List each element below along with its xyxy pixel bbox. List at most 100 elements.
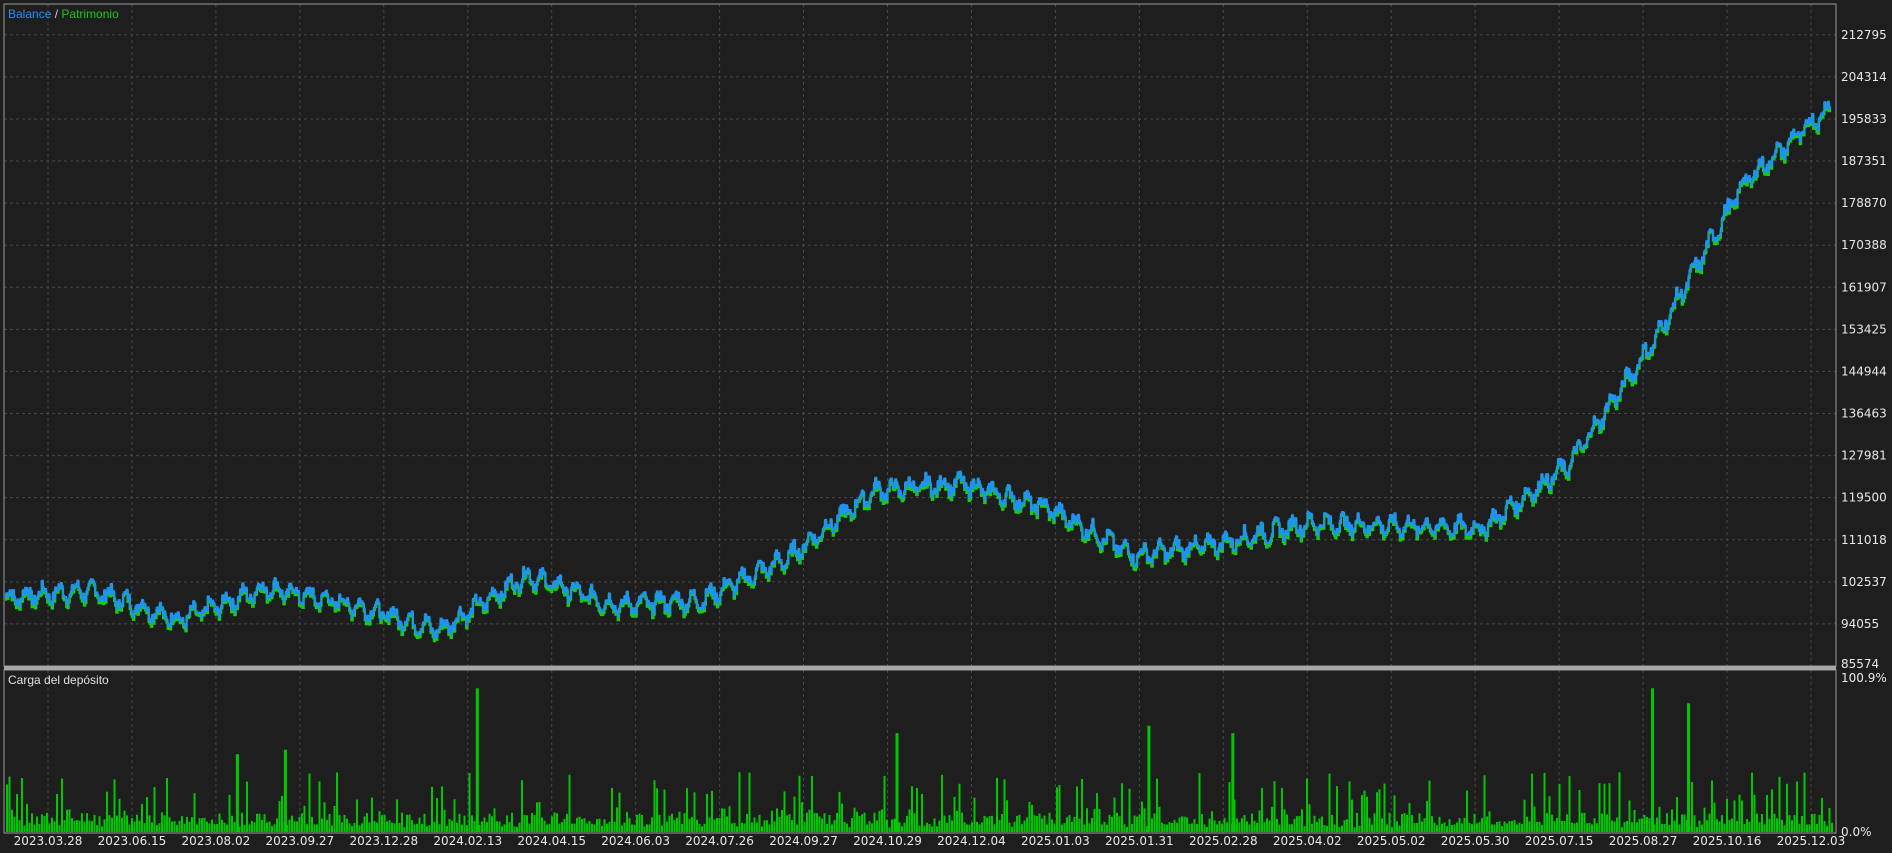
load-bar bbox=[1733, 800, 1736, 832]
load-bar bbox=[1743, 824, 1746, 832]
load-bar bbox=[108, 815, 111, 832]
load-bar bbox=[158, 823, 161, 832]
load-bar bbox=[656, 788, 658, 832]
load-bar bbox=[388, 820, 391, 832]
load-bar bbox=[253, 822, 256, 832]
load-bar bbox=[151, 822, 153, 832]
load-bar bbox=[1823, 821, 1826, 832]
load-bar bbox=[816, 813, 818, 832]
load-bar bbox=[341, 822, 343, 832]
load-bar bbox=[1826, 825, 1828, 832]
load-bar bbox=[1341, 825, 1343, 832]
load-bar bbox=[981, 822, 983, 832]
load-bar bbox=[598, 818, 601, 832]
load-bar bbox=[653, 780, 656, 832]
load-bar bbox=[1366, 796, 1368, 832]
load-bar bbox=[1588, 822, 1591, 832]
load-bar bbox=[1698, 820, 1701, 832]
load-bar bbox=[643, 826, 646, 832]
load-bar bbox=[1328, 773, 1331, 832]
load-bar bbox=[393, 823, 396, 832]
load-bar bbox=[316, 824, 318, 832]
load-bar bbox=[716, 817, 718, 832]
load-bar-spike bbox=[1147, 725, 1151, 832]
load-bar bbox=[803, 822, 806, 832]
load-bar bbox=[1081, 779, 1083, 832]
load-bar bbox=[1326, 825, 1328, 832]
load-bar bbox=[1023, 820, 1026, 832]
load-bar bbox=[1648, 818, 1651, 832]
x-tick-label: 2024.02.13 bbox=[433, 834, 502, 848]
load-bar bbox=[1256, 822, 1258, 832]
load-bar bbox=[26, 803, 28, 832]
legend-equity: Patrimonio bbox=[61, 7, 119, 21]
load-bar bbox=[496, 821, 498, 832]
load-bar bbox=[76, 820, 78, 832]
load-bar bbox=[753, 817, 756, 832]
load-bar bbox=[696, 819, 698, 832]
load-bar bbox=[596, 819, 598, 832]
load-bar bbox=[1526, 816, 1528, 832]
load-bar bbox=[1173, 819, 1176, 832]
load-bar bbox=[886, 819, 888, 832]
load-bar bbox=[1316, 821, 1318, 832]
load-bar bbox=[1311, 823, 1313, 832]
load-bar bbox=[1306, 778, 1308, 832]
load-bar bbox=[1773, 813, 1776, 832]
load-bar bbox=[233, 821, 236, 832]
load-bar bbox=[851, 818, 853, 832]
load-bar bbox=[618, 792, 621, 832]
load-bar bbox=[1383, 783, 1386, 832]
load-bar bbox=[1043, 815, 1046, 832]
load-bar bbox=[963, 822, 966, 832]
load-bar bbox=[1656, 817, 1658, 832]
load-bar bbox=[1166, 824, 1168, 832]
y-tick-label: 144944 bbox=[1841, 364, 1887, 378]
load-bar bbox=[1451, 825, 1453, 832]
load-bar-spike bbox=[1687, 703, 1690, 832]
load-bar bbox=[823, 813, 826, 832]
load-bar bbox=[1098, 809, 1101, 832]
load-bar bbox=[1133, 815, 1136, 832]
load-bar bbox=[411, 820, 413, 832]
load-bar bbox=[213, 823, 216, 832]
load-bar bbox=[408, 814, 411, 832]
load-bar bbox=[913, 813, 916, 832]
load-bar bbox=[758, 814, 761, 832]
load-bar bbox=[811, 775, 813, 832]
sub-y-label-min: 0.0% bbox=[1841, 825, 1872, 839]
load-bar bbox=[1321, 816, 1323, 832]
load-bar bbox=[941, 774, 943, 832]
load-bar bbox=[631, 824, 633, 832]
load-bar bbox=[56, 794, 58, 832]
load-bar bbox=[376, 822, 378, 832]
load-bar bbox=[1021, 824, 1023, 832]
load-bar bbox=[1053, 823, 1056, 832]
x-tick-label: 2024.06.03 bbox=[601, 834, 670, 848]
load-bar bbox=[1221, 823, 1223, 832]
pane-splitter[interactable] bbox=[4, 666, 1836, 670]
load-bar bbox=[1073, 817, 1076, 832]
load-bar bbox=[763, 820, 766, 832]
load-bar bbox=[46, 812, 48, 832]
load-bar bbox=[1038, 813, 1041, 832]
load-bar bbox=[1016, 815, 1018, 832]
load-bar bbox=[136, 814, 138, 832]
load-bar bbox=[333, 806, 336, 832]
load-bar bbox=[1613, 821, 1616, 832]
load-bar bbox=[336, 772, 338, 832]
load-bar bbox=[231, 815, 233, 832]
load-bar bbox=[133, 821, 136, 832]
load-bar bbox=[1551, 814, 1553, 832]
load-bar bbox=[906, 815, 908, 832]
load-bar bbox=[1428, 780, 1431, 832]
load-bar bbox=[1556, 817, 1558, 832]
load-bar bbox=[328, 814, 331, 832]
load-bar bbox=[1051, 819, 1053, 832]
load-bar bbox=[613, 821, 616, 832]
load-bar bbox=[1433, 822, 1436, 832]
load-bar bbox=[338, 815, 341, 832]
load-bar bbox=[318, 781, 321, 832]
load-bar bbox=[1633, 809, 1636, 832]
load-bar bbox=[441, 786, 443, 832]
